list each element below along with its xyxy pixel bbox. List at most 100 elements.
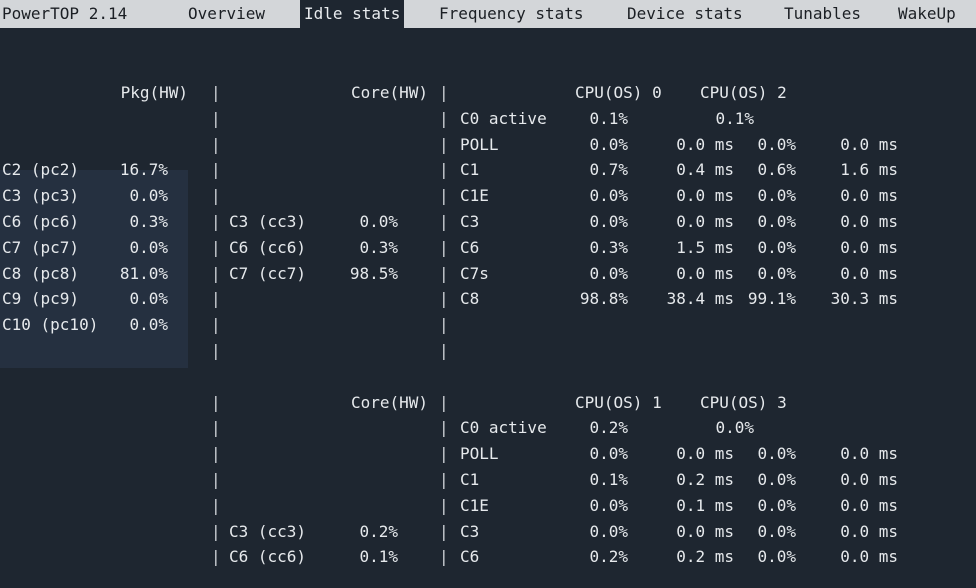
pkg-cstate-value: 0.0% xyxy=(129,315,168,335)
pkg-cstate-label: C2 (pc2) xyxy=(2,160,80,180)
core-cstate-value: 0.1% xyxy=(359,547,398,567)
cstate-cpu-a-ms: 0.1 ms xyxy=(676,495,734,515)
cstate-cpu-b-ms: 0.0 ms xyxy=(840,263,898,283)
cstate-cpu-a-pct: 0.2% xyxy=(589,547,628,567)
cstate-name: C1 xyxy=(460,160,480,180)
cstate-name: C8 xyxy=(460,289,480,309)
column-separator: | xyxy=(211,289,221,309)
tab-frequency-stats[interactable]: Frequency stats xyxy=(439,3,584,25)
app-title: PowerTOP 2.14 xyxy=(2,4,128,23)
cstate-cpu-b-pct: 0.0% xyxy=(757,547,796,567)
cstate-name: C1E xyxy=(460,495,489,515)
cstate-cpu-b-ms: 0.0 ms xyxy=(840,186,898,206)
column-separator: | xyxy=(211,392,221,412)
cstate-cpu-a-ms: 0.0 ms xyxy=(676,134,734,154)
cstate-cpu-a-pct: 0.0% xyxy=(589,263,628,283)
c0-active-label: C0 active xyxy=(460,108,547,128)
core-cstate-label: C7 (cc7) xyxy=(229,263,307,283)
cstate-cpu-a-pct: 98.8% xyxy=(579,289,628,309)
cstate-cpu-b-pct: 0.6% xyxy=(757,160,796,180)
column-separator: | xyxy=(439,315,449,335)
cstate-cpu-a-pct: 0.1% xyxy=(589,470,628,489)
column-separator: | xyxy=(439,495,449,515)
cstate-cpu-b-pct: 0.0% xyxy=(757,521,796,541)
column-separator: | xyxy=(211,444,221,464)
tab-overview[interactable]: Overview xyxy=(188,3,265,25)
cstate-cpu-a-pct: 0.3% xyxy=(589,237,628,257)
cstate-name: C3 xyxy=(460,521,480,541)
column-separator: | xyxy=(439,444,449,464)
cstate-cpu-b-pct: 0.0% xyxy=(757,495,796,515)
column-separator: | xyxy=(211,212,221,231)
column-separator: | xyxy=(211,83,221,102)
column-separator: | xyxy=(439,547,449,567)
cstate-cpu-a-pct: 0.0% xyxy=(589,444,628,464)
core-header: Core(HW) xyxy=(350,83,428,102)
cstate-cpu-a-pct: 0.7% xyxy=(589,160,628,180)
c0-active-label: C0 active xyxy=(460,418,547,438)
pkg-cstate-value: 0.3% xyxy=(129,212,168,231)
cstate-cpu-a-pct: 0.0% xyxy=(589,134,628,154)
core-cstate-value: 0.3% xyxy=(359,237,398,257)
cstate-name: POLL xyxy=(460,134,499,154)
core-cstate-value: 0.0% xyxy=(359,212,398,231)
column-separator: | xyxy=(211,186,221,206)
tab-tunables[interactable]: Tunables xyxy=(784,3,861,25)
core-cstate-label: C3 (cc3) xyxy=(229,212,307,231)
column-separator: | xyxy=(211,263,221,283)
cstate-cpu-a-ms: 0.0 ms xyxy=(676,521,734,541)
column-separator: | xyxy=(211,108,221,128)
c0-active-cpu-b: 0.1% xyxy=(715,108,754,128)
column-separator: | xyxy=(439,521,449,541)
cstate-cpu-b-ms: 0.0 ms xyxy=(840,470,898,489)
cstate-cpu-b-ms: 0.0 ms xyxy=(840,134,898,154)
pkg-cstate-value: 0.0% xyxy=(129,237,168,257)
core-cstate-label: C6 (cc6) xyxy=(229,237,307,257)
cstate-name: C6 xyxy=(460,237,480,257)
cstate-cpu-a-ms: 0.0 ms xyxy=(676,444,734,464)
column-separator: | xyxy=(211,547,221,567)
cstate-cpu-b-ms: 0.0 ms xyxy=(840,212,898,231)
cstate-cpu-a-ms: 0.0 ms xyxy=(676,263,734,283)
column-separator: | xyxy=(439,83,449,102)
tab-device-stats[interactable]: Device stats xyxy=(627,3,743,25)
cstate-cpu-a-ms: 1.5 ms xyxy=(676,237,734,257)
core-header: Core(HW) xyxy=(350,392,428,412)
cstate-cpu-a-ms: 0.2 ms xyxy=(676,547,734,567)
column-separator: | xyxy=(211,134,221,154)
c0-active-cpu-a: 0.2% xyxy=(589,418,628,438)
cpu-a-header: CPU(OS) 1 xyxy=(575,392,662,412)
column-separator: | xyxy=(211,521,221,541)
tab-wakeup[interactable]: WakeUp xyxy=(898,3,956,25)
column-separator: | xyxy=(211,470,221,489)
cstate-name: POLL xyxy=(460,444,499,464)
pkg-cstate-value: 16.7% xyxy=(119,160,168,180)
cstate-cpu-a-ms: 0.4 ms xyxy=(676,160,734,180)
cpu-a-header: CPU(OS) 0 xyxy=(575,83,662,102)
cstate-name: C7s xyxy=(460,263,489,283)
column-separator: | xyxy=(211,237,221,257)
cstate-cpu-b-ms: 0.0 ms xyxy=(840,444,898,464)
cstate-cpu-a-ms: 0.0 ms xyxy=(676,212,734,231)
cstate-cpu-b-pct: 0.0% xyxy=(757,470,796,489)
cstate-name: C3 xyxy=(460,212,480,231)
pkg-cstate-label: C10 (pc10) xyxy=(2,315,99,335)
cstate-cpu-b-pct: 0.0% xyxy=(757,134,796,154)
cpu-b-header: CPU(OS) 3 xyxy=(700,392,787,412)
cstate-cpu-b-pct: 0.0% xyxy=(757,444,796,464)
column-separator: | xyxy=(439,341,449,360)
column-separator: | xyxy=(211,418,221,438)
tab-bar: PowerTOP 2.14 Overview Idle stats Freque… xyxy=(0,0,976,28)
column-separator: | xyxy=(439,186,449,206)
cstate-name: C1E xyxy=(460,186,489,206)
column-separator: | xyxy=(211,341,221,360)
column-separator: | xyxy=(439,418,449,438)
column-separator: | xyxy=(439,470,449,489)
column-separator: | xyxy=(439,237,449,257)
cstate-cpu-b-ms: 0.0 ms xyxy=(840,495,898,515)
column-separator: | xyxy=(439,289,449,309)
tab-idle-stats[interactable]: Idle stats xyxy=(300,0,405,28)
pkg-cstate-label: C6 (pc6) xyxy=(2,212,80,231)
pkg-cstate-label: C8 (pc8) xyxy=(2,263,80,283)
cpu-b-header: CPU(OS) 2 xyxy=(700,83,787,102)
